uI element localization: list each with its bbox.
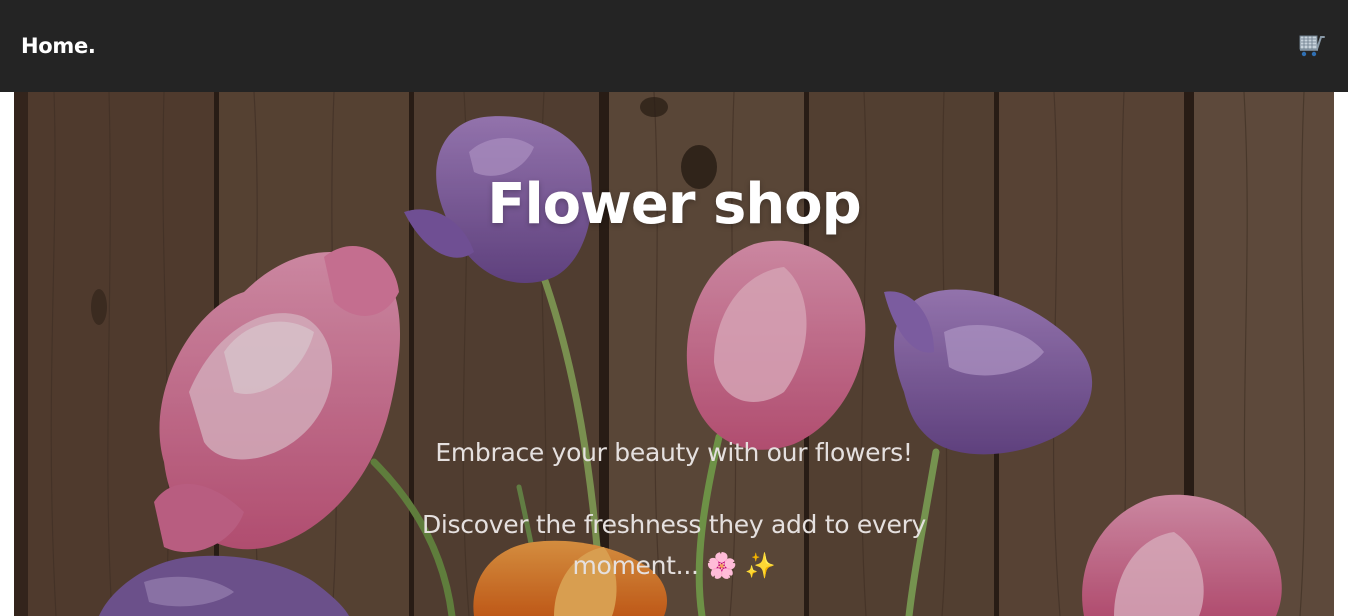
shopping-cart-icon	[1299, 35, 1325, 57]
navbar: Home.	[0, 0, 1348, 92]
home-link[interactable]: Home.	[21, 34, 96, 58]
hero-banner: Flower shop Embrace your beauty with our…	[14, 92, 1334, 616]
cart-button[interactable]	[1298, 32, 1326, 60]
hero-description: Discover the freshness they add to every…	[421, 510, 927, 580]
hero-tagline: Embrace your beauty with our flowers!	[435, 438, 913, 467]
hero-title: Flower shop	[487, 172, 862, 237]
